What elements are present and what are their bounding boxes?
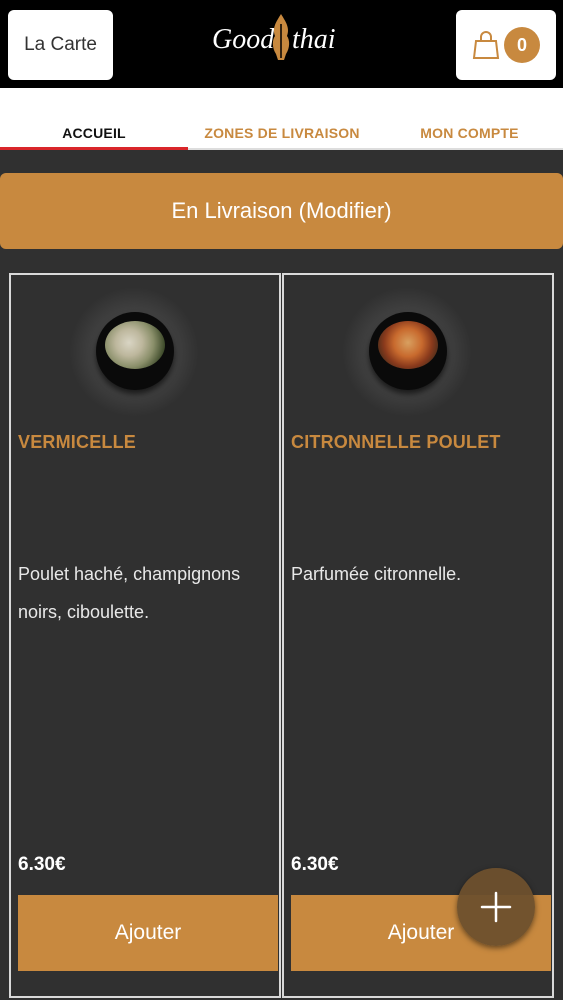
product-image [342, 287, 472, 417]
product-card-vermicelle: VERMICELLE Poulet haché, champignons noi… [9, 273, 281, 998]
product-price: 6.30€ [291, 854, 339, 875]
plus-icon [480, 891, 512, 923]
product-description: Parfumée citronnelle. [291, 564, 462, 584]
product-price: 6.30€ [18, 854, 66, 875]
tab-accueil[interactable]: ACCUEIL [0, 88, 188, 150]
product-image [69, 287, 199, 417]
la-carte-button[interactable]: La Carte [8, 10, 113, 80]
app-header: La Carte Good thai 0 [0, 0, 563, 88]
add-to-cart-button[interactable]: Ajouter [18, 895, 278, 971]
cart-count-badge: 0 [504, 27, 540, 63]
nav-tabs: ACCUEIL ZONES DE LIVRAISON MON COMPTE [0, 88, 563, 150]
svg-text:Good: Good [212, 24, 275, 55]
cart-button[interactable]: 0 [456, 10, 556, 80]
active-tab-indicator [0, 147, 188, 150]
product-description: Poulet haché, champignons noirs, ciboule… [18, 564, 241, 622]
product-title: VERMICELLE [18, 432, 137, 452]
good-thai-logo: Good thai [212, 14, 336, 60]
svg-text:thai: thai [292, 24, 336, 55]
tabs-divider [188, 148, 563, 150]
floating-add-button[interactable] [457, 868, 535, 946]
la-carte-label: La Carte [24, 34, 97, 55]
delivery-mode-button[interactable]: En Livraison (Modifier) [0, 173, 563, 249]
tab-mon-compte[interactable]: MON COMPTE [376, 88, 563, 150]
product-title: CITRONNELLE POULET [291, 432, 501, 452]
shopping-bag-icon [472, 31, 500, 59]
tab-zones-de-livraison[interactable]: ZONES DE LIVRAISON [188, 88, 376, 150]
